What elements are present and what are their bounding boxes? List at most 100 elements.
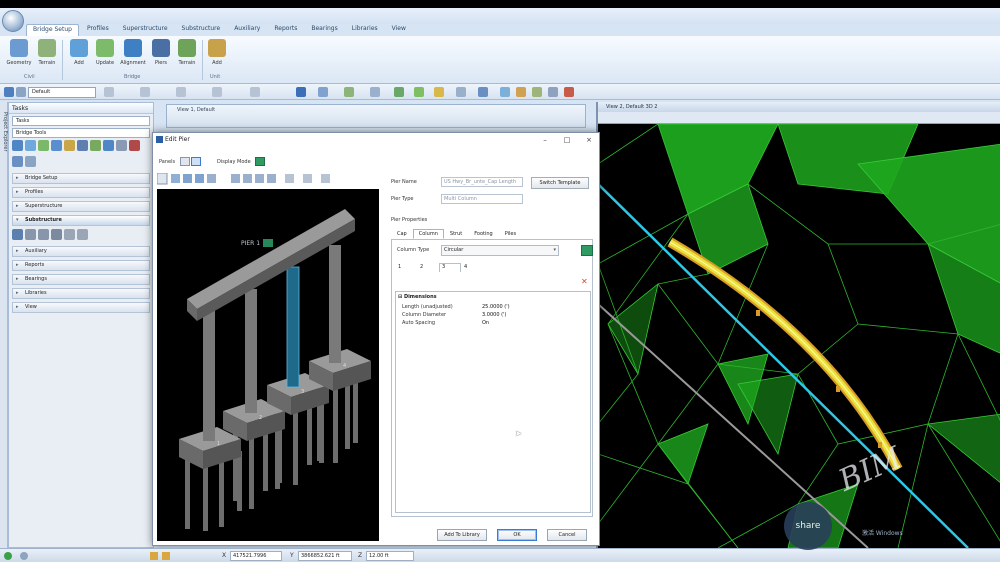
pier-tool-1-icon[interactable] bbox=[12, 229, 23, 240]
tool-2-icon[interactable] bbox=[25, 140, 36, 151]
y-coordinate-field[interactable]: 3866852.621 ft bbox=[298, 551, 352, 561]
add-to-library-button[interactable]: Add To Library bbox=[437, 529, 487, 541]
snap-icon[interactable] bbox=[344, 87, 354, 97]
tab-strut[interactable]: Strut bbox=[444, 229, 468, 239]
model-icon[interactable] bbox=[414, 87, 424, 97]
tool-8-icon[interactable] bbox=[103, 140, 114, 151]
cancel-button[interactable]: Cancel bbox=[547, 529, 587, 541]
wireframe-icon[interactable] bbox=[285, 174, 294, 183]
z-coordinate-field[interactable]: 12.00 ft bbox=[366, 551, 414, 561]
raster-icon[interactable] bbox=[478, 87, 488, 97]
project-explorer-strip[interactable]: Project Explorer bbox=[0, 102, 8, 548]
tab-footing[interactable]: Footing bbox=[468, 229, 499, 239]
view-iso-icon[interactable] bbox=[267, 174, 276, 183]
display-mode-icon[interactable] bbox=[255, 157, 266, 166]
switch-template-button[interactable]: Switch Template bbox=[531, 177, 589, 189]
column-tab-2[interactable]: 2 bbox=[417, 263, 439, 272]
panels-split-button[interactable] bbox=[179, 157, 190, 166]
tab-profiles[interactable]: Profiles bbox=[81, 24, 115, 36]
tab-substructure[interactable]: Substructure bbox=[176, 24, 227, 36]
tab-view[interactable]: View bbox=[386, 24, 412, 36]
element-selection-icon[interactable] bbox=[4, 87, 14, 97]
column-tab-1[interactable]: 1 bbox=[395, 263, 417, 272]
pier-tool-3-icon[interactable] bbox=[38, 229, 49, 240]
snap-status-icon[interactable] bbox=[162, 552, 170, 560]
references-icon[interactable] bbox=[434, 87, 444, 97]
pan-tool-icon[interactable] bbox=[171, 174, 180, 183]
dimensions-category[interactable]: ⊟ Dimensions bbox=[398, 294, 437, 300]
status-ok-icon[interactable] bbox=[4, 552, 12, 560]
level-manager-icon[interactable] bbox=[16, 87, 26, 97]
pier-tool-2-icon[interactable] bbox=[25, 229, 36, 240]
column-tab-4[interactable]: 4 bbox=[461, 263, 483, 272]
view-top-icon[interactable] bbox=[231, 174, 240, 183]
fit-tool-icon[interactable] bbox=[207, 174, 216, 183]
selected-column[interactable] bbox=[286, 266, 300, 388]
tool-11-icon[interactable] bbox=[12, 156, 23, 167]
tab-superstructure[interactable]: Superstructure bbox=[117, 24, 174, 36]
tab-piles[interactable]: Piles bbox=[499, 229, 522, 239]
maximize-icon[interactable]: □ bbox=[561, 135, 573, 145]
section-bridge-setup[interactable]: Bridge Setup bbox=[12, 173, 150, 184]
property-value[interactable]: 25.0000 (') bbox=[482, 304, 510, 310]
section-libraries[interactable]: Libraries bbox=[12, 288, 150, 299]
tool-10-icon[interactable] bbox=[129, 140, 140, 151]
tab-libraries[interactable]: Libraries bbox=[346, 24, 384, 36]
application-menu-button[interactable] bbox=[2, 10, 24, 32]
bridge-terrain-button[interactable]: Terrain bbox=[174, 39, 200, 77]
column-tab-3[interactable]: 3 bbox=[439, 263, 461, 272]
tab-column[interactable]: Column bbox=[412, 229, 444, 239]
color-icon[interactable] bbox=[104, 87, 114, 97]
section-auxiliary[interactable]: Auxiliary bbox=[12, 246, 150, 257]
add-bridge-button[interactable]: Add bbox=[66, 39, 92, 77]
view-front-icon[interactable] bbox=[243, 174, 252, 183]
rotate-tool-icon[interactable] bbox=[183, 174, 192, 183]
help-icon[interactable] bbox=[564, 87, 574, 97]
view-2-3d-canvas[interactable] bbox=[598, 124, 1000, 548]
pier-tool-4-icon[interactable] bbox=[51, 229, 62, 240]
priority-icon[interactable] bbox=[250, 87, 260, 97]
tool-5-icon[interactable] bbox=[64, 140, 75, 151]
close-icon[interactable]: × bbox=[583, 135, 595, 145]
lock-status-icon[interactable] bbox=[150, 552, 158, 560]
pier-tool-5-icon[interactable] bbox=[64, 229, 75, 240]
tab-reports[interactable]: Reports bbox=[268, 24, 303, 36]
section-substructure[interactable]: Substructure bbox=[12, 215, 150, 226]
tool-6-icon[interactable] bbox=[77, 140, 88, 151]
view-2-window[interactable]: View 2, Default 3D 2 bbox=[596, 102, 1000, 548]
clipboard-icon[interactable] bbox=[516, 87, 526, 97]
bridge-tools-select[interactable]: Bridge Tools bbox=[12, 128, 150, 138]
accudraw-status-icon[interactable] bbox=[20, 552, 28, 560]
terrain-button[interactable]: Terrain bbox=[34, 39, 60, 77]
section-view[interactable]: View bbox=[12, 302, 150, 313]
tool-9-icon[interactable] bbox=[116, 140, 127, 151]
tab-bearings[interactable]: Bearings bbox=[305, 24, 343, 36]
tasks-select[interactable]: Tasks bbox=[12, 116, 150, 126]
tab-bridge-setup[interactable]: Bridge Setup bbox=[26, 24, 79, 36]
section-reports[interactable]: Reports bbox=[12, 260, 150, 271]
accudraw-icon[interactable] bbox=[394, 87, 404, 97]
active-level-select[interactable]: Default bbox=[28, 87, 96, 98]
ok-button[interactable]: OK bbox=[497, 529, 537, 541]
alignment-button[interactable]: Alignment bbox=[120, 39, 146, 77]
property-value[interactable]: On bbox=[482, 320, 489, 326]
property-value[interactable]: 3.0000 (') bbox=[482, 312, 506, 318]
zoom-tool-icon[interactable] bbox=[195, 174, 204, 183]
tool-3-icon[interactable] bbox=[38, 140, 49, 151]
section-bearings[interactable]: Bearings bbox=[12, 274, 150, 285]
pier-3d-preview[interactable]: PIER 1 1 2 3 4 bbox=[157, 189, 379, 541]
linestyle-icon[interactable] bbox=[140, 87, 150, 97]
pick-column-icon[interactable] bbox=[581, 245, 593, 256]
transparency-icon[interactable] bbox=[212, 87, 222, 97]
update-button[interactable]: Update bbox=[92, 39, 118, 77]
tab-auxiliary[interactable]: Auxiliary bbox=[228, 24, 266, 36]
minimize-icon[interactable]: – bbox=[539, 135, 551, 145]
tool-4-icon[interactable] bbox=[51, 140, 62, 151]
add-unit-button[interactable]: Add bbox=[204, 39, 230, 77]
levels-icon[interactable] bbox=[456, 87, 466, 97]
pier-name-field[interactable]: US Hwy_Br_unte_Cap Length bbox=[441, 177, 523, 187]
section-profiles[interactable]: Profiles bbox=[12, 187, 150, 198]
delete-icon[interactable]: ✕ bbox=[581, 277, 588, 286]
section-superstructure[interactable]: Superstructure bbox=[12, 201, 150, 212]
properties-icon[interactable] bbox=[548, 87, 558, 97]
